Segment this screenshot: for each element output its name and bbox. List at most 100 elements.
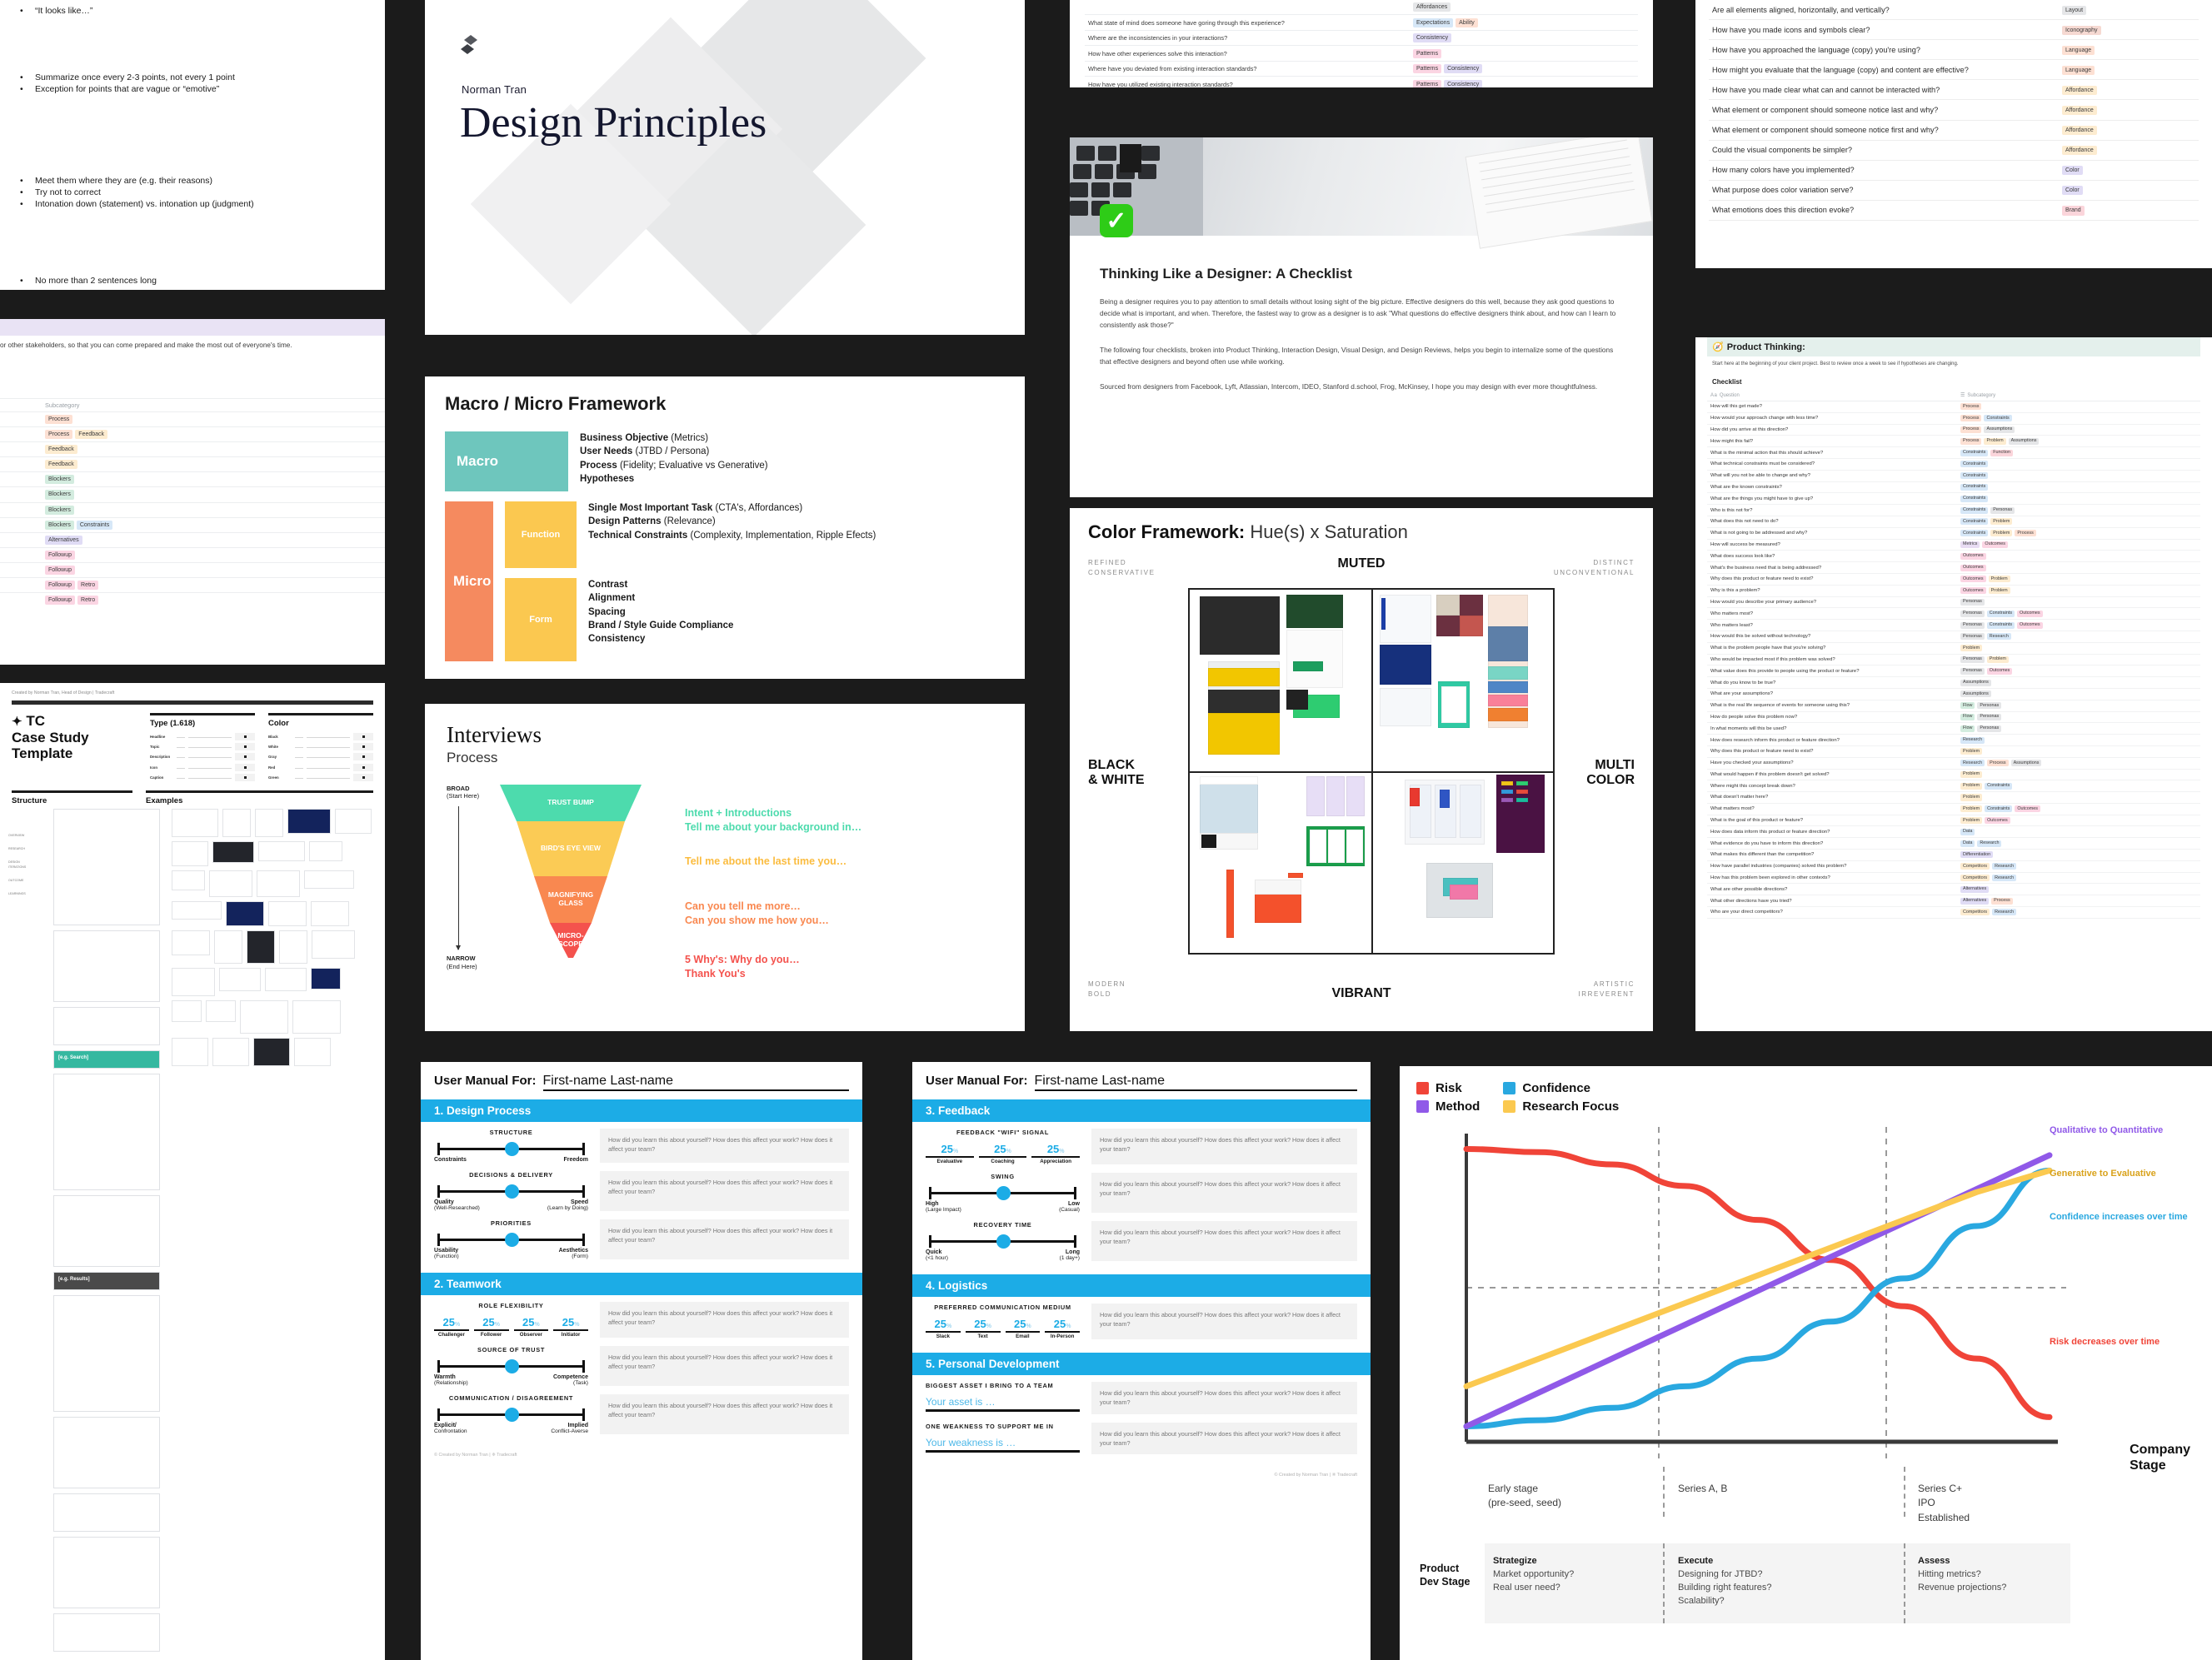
- um-percent-item[interactable]: 25% Email: [1005, 1318, 1041, 1339]
- tc-structure-heading: Structure: [12, 795, 47, 805]
- um-slider-knob[interactable]: [504, 1184, 519, 1199]
- um1-name-field[interactable]: First-name Last-name: [542, 1074, 849, 1091]
- tag-outcomes: Outcomes: [1960, 587, 1986, 595]
- tag-problem: Problem: [1990, 530, 2013, 537]
- um-slider[interactable]: [437, 1142, 585, 1156]
- tags-cell: Problem Constraints Outcomes: [1957, 803, 2200, 815]
- um-percent-item[interactable]: 25% In-Person: [1045, 1318, 1080, 1339]
- um-percent-item[interactable]: 25% Appreciation: [1031, 1143, 1081, 1164]
- question-cell: Where might this concept break down?: [1707, 780, 1957, 793]
- tags-cell: Process Constraints: [1957, 412, 2200, 425]
- um-percent-item[interactable]: 25% Follower: [473, 1316, 509, 1338]
- um-reflection-note[interactable]: How did you learn this about yourself? H…: [600, 1129, 849, 1163]
- um-slider[interactable]: [929, 1186, 1076, 1200]
- legend-item-research-focus: Research Focus: [1503, 1099, 1619, 1114]
- tag-blockers: Blockers: [45, 490, 74, 500]
- tag-problem: Problem: [1988, 587, 2010, 595]
- table-row: What are the things you might have to gi…: [1707, 492, 2200, 506]
- tag-constraints: Constraints: [1984, 415, 2012, 422]
- macro-micro-title: Macro / Micro Framework: [445, 393, 667, 414]
- um-percent-unit: Initiator: [553, 1329, 588, 1338]
- axis-black-white: BLACK & WHITE: [1088, 758, 1145, 787]
- um-percent-item[interactable]: 25% Slack: [926, 1318, 961, 1339]
- tags-cell: Competitors Research: [1957, 860, 2200, 873]
- um-control: COMMUNICATION / DISAGREEMENT Explicit/Con…: [434, 1394, 588, 1434]
- tc-structure-card: [53, 1613, 160, 1652]
- tag-assumptions: Assumptions: [2010, 760, 2042, 767]
- um-percent-item[interactable]: 25% Evaluative: [926, 1143, 974, 1164]
- tag-outcomes: Outcomes: [1960, 576, 1986, 583]
- table-row: How have you made icons and symbols clea…: [1709, 19, 2199, 41]
- axis-broad: BROAD: [447, 785, 470, 792]
- macro-item: Business Objective (Metrics): [580, 433, 709, 443]
- um-slider[interactable]: [437, 1233, 585, 1247]
- form-block: Form: [505, 578, 577, 661]
- um-slider[interactable]: [929, 1234, 1076, 1249]
- product-dev-stage-table: Product Dev Stage Strategize Market opport…: [1416, 1543, 2195, 1630]
- um2-name-field[interactable]: First-name Last-name: [1034, 1074, 1357, 1091]
- table-row: How have you made clear what can and can…: [1709, 79, 2199, 101]
- um-reflection-note[interactable]: How did you learn this about yourself? H…: [600, 1302, 849, 1338]
- tc-example-thumb: [304, 870, 354, 889]
- um-reflection-note[interactable]: How did you learn this about yourself? H…: [1091, 1221, 1357, 1261]
- um-percent-item[interactable]: 25% Observer: [513, 1316, 549, 1338]
- table-row: What matters most? Problem Constraints Outc…: [1707, 803, 2200, 815]
- question-cell: What is not going to be addressed and wh…: [1707, 527, 1957, 540]
- um-percent-item[interactable]: 25% Initiator: [553, 1316, 588, 1338]
- product-thinking-title: Product Thinking:: [1726, 341, 1805, 352]
- macro-items: Business Objective (Metrics) User Needs (…: [580, 431, 768, 486]
- um-row: PREFERRED COMMUNICATION MEDIUM 25% Slack 25…: [926, 1304, 1357, 1339]
- um-slider-knob[interactable]: [504, 1408, 519, 1422]
- um-percent-item[interactable]: 25% Coaching: [978, 1143, 1027, 1164]
- um-fill-field[interactable]: Your weakness is …: [926, 1437, 1080, 1453]
- question-cell: What other directions have you tried?: [1707, 895, 1957, 908]
- um-fill-field[interactable]: Your asset is …: [926, 1396, 1080, 1412]
- um-reflection-note[interactable]: How did you learn this about yourself? H…: [1091, 1422, 1357, 1455]
- tag-followup: Followup: [45, 565, 76, 576]
- bullet-item: • Meet them where they are (e.g. their re…: [20, 176, 213, 186]
- color-framework-title: Color Framework: Hue(s) x Saturation: [1088, 521, 1408, 542]
- table-row: Followup: [0, 546, 385, 563]
- tc-color-row: Red: [268, 762, 373, 772]
- visual-checklist-table: Are all elements aligned, horizontally, …: [1709, 0, 2199, 222]
- um-slider-knob[interactable]: [996, 1186, 1011, 1200]
- um-reflection-note[interactable]: How did you learn this about yourself? H…: [1091, 1173, 1357, 1213]
- um-reflection-note[interactable]: How did you learn this about yourself? H…: [1091, 1382, 1357, 1414]
- um-percent-item[interactable]: 25% Challenger: [434, 1316, 469, 1338]
- chart-svg: [1463, 1127, 2066, 1458]
- um-slider-knob[interactable]: [504, 1142, 519, 1156]
- um-reflection-note[interactable]: How did you learn this about yourself? H…: [1091, 1129, 1357, 1164]
- um-reflection-note[interactable]: How did you learn this about yourself? H…: [600, 1219, 849, 1259]
- um-slider[interactable]: [437, 1184, 585, 1199]
- um-percent-item[interactable]: 25% Text: [965, 1318, 1001, 1339]
- annotation-research: Generative to Evaluative: [2050, 1169, 2156, 1179]
- um-reflection-note[interactable]: How did you learn this about yourself? H…: [1091, 1304, 1357, 1339]
- interviews-title: Interviews: [447, 722, 542, 747]
- um-control: FEEDBACK "WIFI" SIGNAL 25% Evaluative 25% Co…: [926, 1129, 1081, 1164]
- panel-user-manual-2: User Manual For: First-name Last-name 3.…: [912, 1062, 1371, 1660]
- tag-process: Process: [1960, 437, 1982, 445]
- tag-problem: Problem: [1986, 656, 2009, 663]
- table-row: Blockers: [0, 486, 385, 503]
- product-thinking-band: 🧭 Product Thinking:: [1707, 337, 2200, 356]
- question-cell: How have you approached the language (co…: [1709, 39, 2059, 61]
- tags-cell: Constraints Function: [1957, 446, 2200, 459]
- um-reflection-note[interactable]: How did you learn this about yourself? H…: [600, 1171, 849, 1211]
- um-slider-knob[interactable]: [504, 1359, 519, 1373]
- tag-outcomes: Outcomes: [2015, 805, 2040, 813]
- table-row: Are all elements aligned, horizontally, …: [1709, 0, 2199, 21]
- tc-example-thumb: [257, 870, 300, 897]
- um-slider-knob[interactable]: [996, 1234, 1011, 1249]
- tc-example-thumb: [172, 808, 218, 837]
- tc-color-heading: Color: [268, 718, 289, 728]
- tags-cell: Personas: [1957, 596, 2200, 609]
- tags-cell: Problem: [1957, 745, 2200, 758]
- legend-item-method: Method: [1416, 1099, 1480, 1114]
- um-reflection-note[interactable]: How did you learn this about yourself? H…: [600, 1346, 849, 1386]
- um-reflection-note[interactable]: How did you learn this about yourself? H…: [600, 1394, 849, 1434]
- um-slider[interactable]: [437, 1408, 585, 1422]
- um-slider[interactable]: [437, 1359, 585, 1373]
- question-cell: How might you evaluate that the language…: [1709, 59, 2059, 81]
- tc-example-thumb: [240, 999, 288, 1034]
- um-slider-knob[interactable]: [504, 1233, 519, 1247]
